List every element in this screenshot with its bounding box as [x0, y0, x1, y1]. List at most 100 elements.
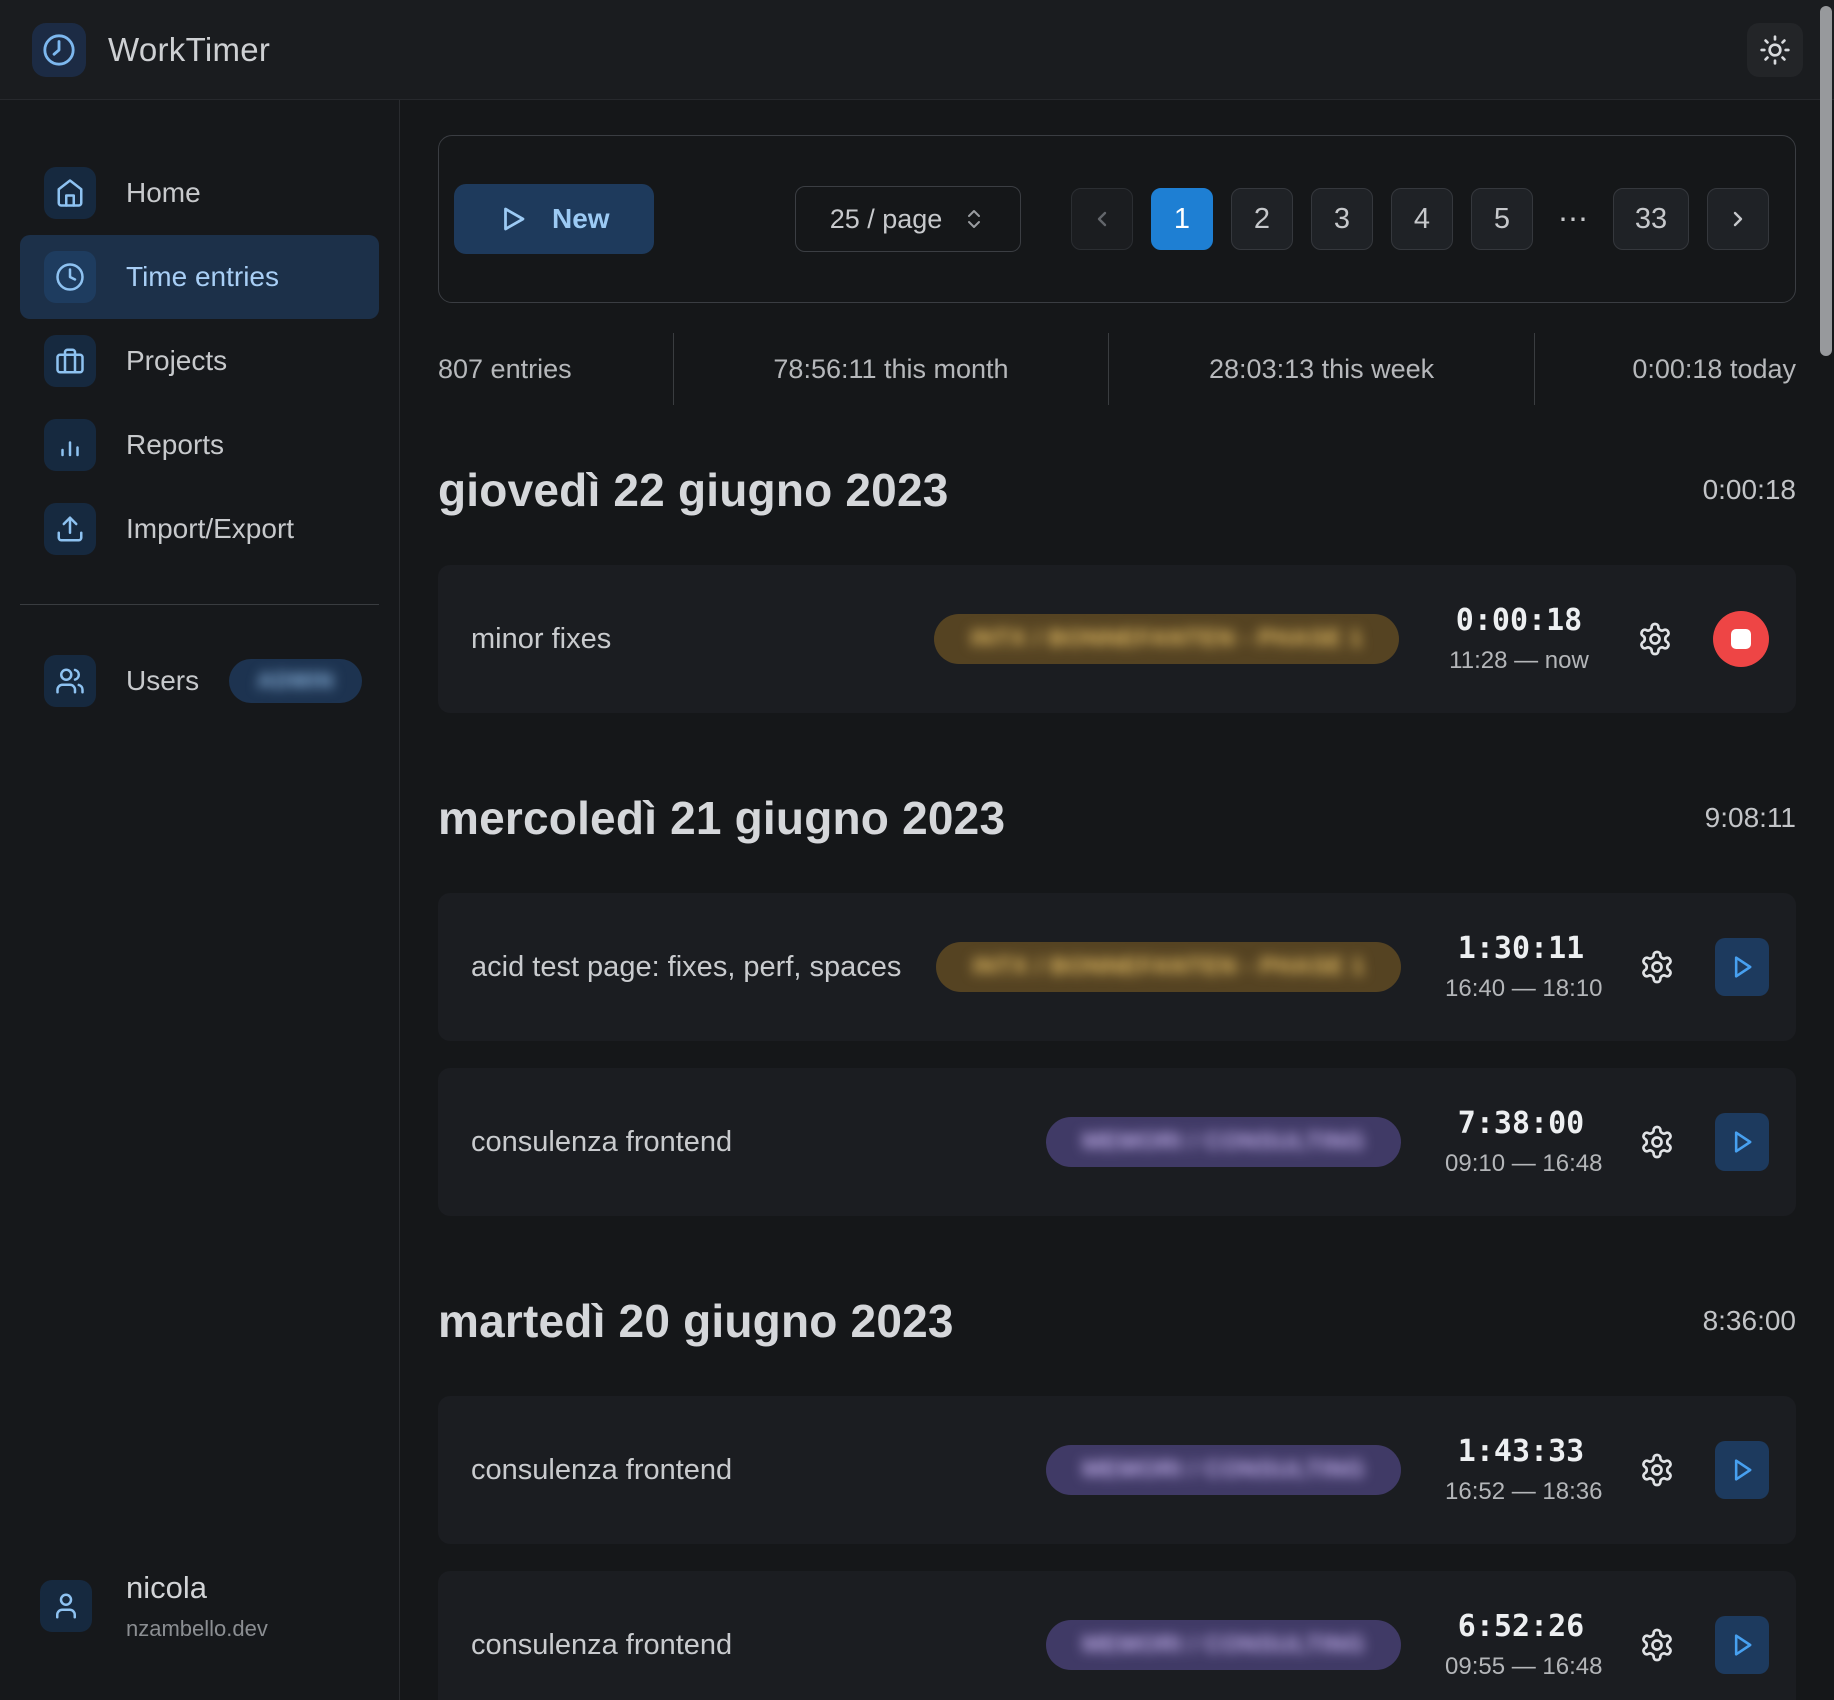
- sidebar-item-users[interactable]: Users ADMIN: [20, 639, 379, 723]
- entry-time-range: 16:40 — 18:10: [1445, 975, 1597, 1003]
- time-entry-row[interactable]: minor fixes INTX / BONNEFANTEN - PHASE 1…: [438, 565, 1796, 713]
- toolbar: New 25 / page 1 2 3 4 5 ⋯ 33: [438, 135, 1796, 303]
- day-heading: martedì 20 giugno 2023: [438, 1294, 954, 1348]
- per-page-select[interactable]: 25 / page: [795, 186, 1021, 252]
- play-icon: [1728, 953, 1756, 981]
- time-entry-row[interactable]: consulenza frontend MEMORI / CONSULTING …: [438, 1571, 1796, 1700]
- entry-duration: 0:00:18: [1443, 603, 1595, 638]
- sidebar-item-home[interactable]: Home: [20, 151, 379, 235]
- prev-page-button[interactable]: [1071, 188, 1133, 250]
- gear-icon: [1639, 1124, 1675, 1160]
- stat-today: 0:00:18 today: [1535, 333, 1796, 405]
- page-button-1[interactable]: 1: [1151, 188, 1213, 250]
- chevron-left-icon: [1090, 207, 1114, 231]
- sidebar-item-label: Time entries: [126, 261, 279, 293]
- entry-time-range: 11:28 — now: [1443, 647, 1595, 675]
- gear-icon: [1637, 621, 1673, 657]
- time-entry-row[interactable]: acid test page: fixes, perf, spaces INTX…: [438, 893, 1796, 1041]
- sidebar-item-label: Projects: [126, 345, 227, 377]
- gear-icon: [1639, 1452, 1675, 1488]
- entry-duration: 6:52:26: [1445, 1609, 1597, 1644]
- sidebar-item-time-entries[interactable]: Time entries: [20, 235, 379, 319]
- sidebar-divider: [20, 604, 379, 605]
- start-timer-button[interactable]: [1715, 1113, 1769, 1171]
- theme-toggle-button[interactable]: [1747, 23, 1803, 77]
- stats-strip: 807 entries 78:56:11 this month 28:03:13…: [438, 333, 1796, 405]
- entry-settings-button[interactable]: [1639, 1627, 1675, 1663]
- stop-timer-button[interactable]: [1713, 611, 1769, 667]
- entry-settings-button[interactable]: [1639, 1124, 1675, 1160]
- sidebar-item-reports[interactable]: Reports: [20, 403, 379, 487]
- top-bar: WorkTimer: [0, 0, 1834, 100]
- clock-icon: [42, 33, 76, 67]
- admin-badge: ADMIN: [229, 659, 362, 703]
- stat-this-month: 78:56:11 this month: [674, 333, 1108, 405]
- next-page-button[interactable]: [1707, 188, 1769, 250]
- day-section: mercoledì 21 giugno 2023 9:08:11 acid te…: [438, 791, 1796, 1216]
- sidebar-item-label: Home: [126, 177, 201, 209]
- entry-description: minor fixes: [471, 623, 611, 656]
- page-button-2[interactable]: 2: [1231, 188, 1293, 250]
- pagination-ellipsis: ⋯: [1551, 202, 1595, 237]
- clock-icon: [44, 251, 96, 303]
- entry-duration: 7:38:00: [1445, 1106, 1597, 1141]
- sidebar-item-label: Users: [126, 665, 199, 697]
- entry-duration: 1:30:11: [1445, 931, 1597, 966]
- entry-time-range: 16:52 — 18:36: [1445, 1478, 1597, 1506]
- gear-icon: [1639, 949, 1675, 985]
- chevrons-up-down-icon: [962, 207, 986, 231]
- start-timer-button[interactable]: [1715, 1616, 1769, 1674]
- sidebar-item-label: Import/Export: [126, 513, 294, 545]
- play-icon: [1728, 1631, 1756, 1659]
- project-badge: MEMORI / CONSULTING: [1046, 1117, 1401, 1167]
- stat-this-week: 28:03:13 this week: [1109, 333, 1534, 405]
- app-title: WorkTimer: [108, 31, 270, 69]
- day-section: giovedì 22 giugno 2023 0:00:18 minor fix…: [438, 463, 1796, 713]
- day-heading: mercoledì 21 giugno 2023: [438, 791, 1005, 845]
- project-badge: INTX / BONNEFANTEN - PHASE 1: [936, 942, 1401, 992]
- day-heading: giovedì 22 giugno 2023: [438, 463, 949, 517]
- time-entry-row[interactable]: consulenza frontend MEMORI / CONSULTING …: [438, 1396, 1796, 1544]
- stat-total-entries: 807 entries: [438, 333, 673, 405]
- entry-settings-button[interactable]: [1637, 621, 1673, 657]
- upload-icon: [44, 503, 96, 555]
- scrollbar-thumb[interactable]: [1820, 6, 1832, 356]
- entry-description: consulenza frontend: [471, 1126, 732, 1159]
- day-section: martedì 20 giugno 2023 8:36:00 consulenz…: [438, 1294, 1796, 1700]
- play-icon: [498, 204, 528, 234]
- briefcase-icon: [44, 335, 96, 387]
- user-profile[interactable]: nicola nzambello.dev: [40, 1570, 268, 1642]
- project-badge: MEMORI / CONSULTING: [1046, 1620, 1401, 1670]
- user-icon: [40, 1580, 92, 1632]
- project-badge: MEMORI / CONSULTING: [1046, 1445, 1401, 1495]
- start-timer-button[interactable]: [1715, 938, 1769, 996]
- app-logo: [32, 23, 86, 77]
- entry-time-range: 09:10 — 16:48: [1445, 1150, 1597, 1178]
- page-button-4[interactable]: 4: [1391, 188, 1453, 250]
- new-entry-button[interactable]: New: [454, 184, 654, 254]
- sidebar: Home Time entries Projects Reports Impor: [0, 100, 400, 1700]
- entry-description: acid test page: fixes, perf, spaces: [471, 951, 901, 984]
- entry-settings-button[interactable]: [1639, 1452, 1675, 1488]
- sidebar-item-import-export[interactable]: Import/Export: [20, 487, 379, 571]
- play-icon: [1728, 1456, 1756, 1484]
- play-icon: [1728, 1128, 1756, 1156]
- day-total: 9:08:11: [1705, 802, 1796, 834]
- main-content: New 25 / page 1 2 3 4 5 ⋯ 33: [400, 100, 1834, 1700]
- page-button-5[interactable]: 5: [1471, 188, 1533, 250]
- sidebar-item-projects[interactable]: Projects: [20, 319, 379, 403]
- entry-description: consulenza frontend: [471, 1454, 732, 1487]
- gear-icon: [1639, 1627, 1675, 1663]
- project-badge: INTX / BONNEFANTEN - PHASE 1: [934, 614, 1399, 664]
- sun-icon: [1759, 34, 1791, 66]
- entry-settings-button[interactable]: [1639, 949, 1675, 985]
- start-timer-button[interactable]: [1715, 1441, 1769, 1499]
- page-button-3[interactable]: 3: [1311, 188, 1373, 250]
- bar-chart-icon: [44, 419, 96, 471]
- time-entry-row[interactable]: consulenza frontend MEMORI / CONSULTING …: [438, 1068, 1796, 1216]
- profile-name: nicola: [126, 1570, 268, 1606]
- profile-domain: nzambello.dev: [126, 1616, 268, 1642]
- page-button-33[interactable]: 33: [1613, 188, 1689, 250]
- sidebar-item-label: Reports: [126, 429, 224, 461]
- day-total: 8:36:00: [1703, 1305, 1796, 1337]
